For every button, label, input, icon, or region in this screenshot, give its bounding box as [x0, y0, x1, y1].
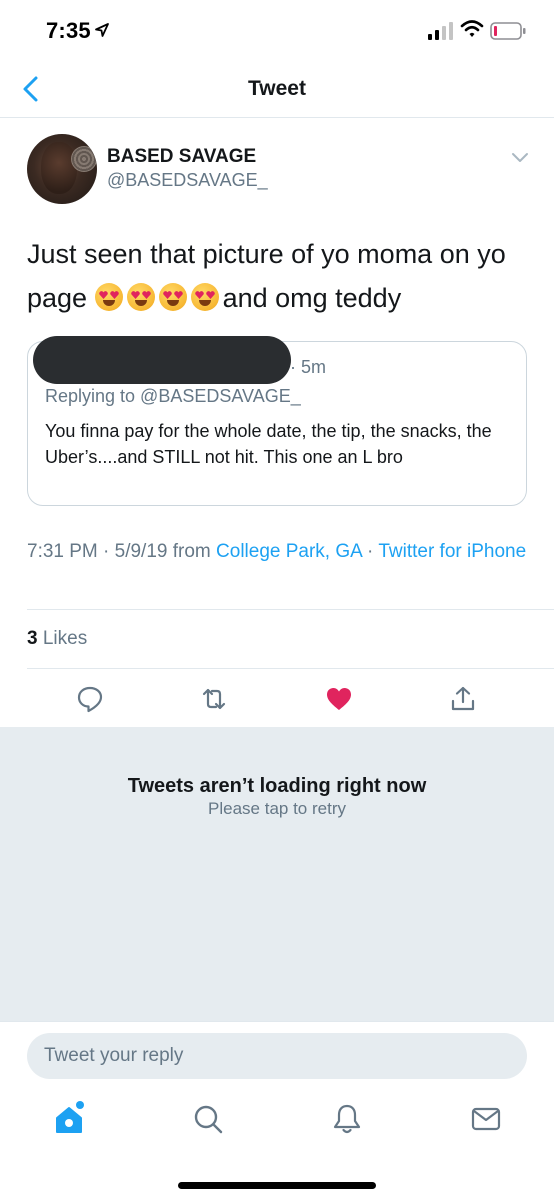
quoted-reply-time: · 5m — [290, 357, 326, 377]
meta-separator: · — [361, 541, 379, 562]
status-time: 7:35 — [46, 18, 91, 43]
tweet-meta: 7:31 PM · 5/9/19 from College Park, GA ·… — [27, 538, 527, 566]
retry-hint[interactable]: Please tap to retry — [0, 799, 554, 819]
error-title: Tweets aren’t loading right now — [127, 775, 427, 797]
chevron-down-icon[interactable] — [510, 150, 530, 166]
source-link[interactable]: Twitter for iPhone — [378, 541, 526, 562]
home-indicator[interactable] — [178, 1182, 376, 1189]
redacted-username — [33, 336, 291, 384]
like-heart-icon[interactable] — [325, 685, 353, 713]
author-display-name[interactable]: BASED SAVAGE — [107, 146, 256, 168]
divider — [27, 609, 554, 610]
quoted-reply-card[interactable]: · 5m Replying to @BASEDSAVAGE_ You finna… — [27, 336, 527, 506]
replying-to-label: Replying to @BASEDSAVAGE_ — [45, 386, 301, 406]
search-icon[interactable] — [192, 1103, 224, 1135]
likes-label: Likes — [37, 628, 88, 649]
avatar-face — [41, 142, 77, 194]
notifications-bell-icon[interactable] — [331, 1103, 363, 1135]
notification-dot — [76, 1101, 84, 1109]
tab-bar — [0, 1089, 554, 1200]
reply-input[interactable] — [27, 1033, 527, 1079]
location-arrow-icon — [95, 23, 109, 37]
author-handle[interactable]: @BASEDSAVAGE_ — [107, 170, 268, 191]
retweet-icon[interactable] — [200, 685, 228, 713]
heart-eyes-emoji — [126, 283, 155, 311]
avatar[interactable] — [27, 134, 97, 204]
status-bar: 7:35 — [0, 0, 554, 62]
tweet-timestamp: 7:31 PM · 5/9/19 from — [27, 541, 217, 562]
messages-envelope-icon[interactable] — [470, 1103, 502, 1135]
reply-bar — [0, 1021, 554, 1089]
tweet-text: Just seen that picture of yo moma on yo … — [27, 232, 527, 320]
heart-eyes-emoji — [94, 283, 123, 311]
wifi-icon — [460, 20, 484, 37]
likes-count[interactable]: 3 Likes — [27, 628, 87, 650]
share-icon[interactable] — [449, 685, 477, 713]
battery-low-icon — [490, 22, 526, 40]
quoted-reply-text: You finna pay for the whole date, the ti… — [45, 421, 492, 467]
retry-panel[interactable]: Tweets aren’t loading right now Please t… — [0, 727, 554, 1021]
tweet-text-end: and omg teddy — [222, 283, 402, 313]
heart-eyes-emoji — [190, 283, 219, 311]
reply-icon[interactable] — [76, 685, 104, 713]
location-link[interactable]: College Park, GA — [216, 541, 362, 562]
avatar-seal — [71, 146, 97, 172]
navigation-bar: Tweet — [0, 62, 554, 118]
divider — [27, 668, 554, 669]
page-title: Tweet — [248, 77, 306, 100]
likes-number: 3 — [27, 628, 38, 649]
heart-eyes-emoji — [158, 283, 187, 311]
cellular-signal-icon — [428, 22, 453, 40]
